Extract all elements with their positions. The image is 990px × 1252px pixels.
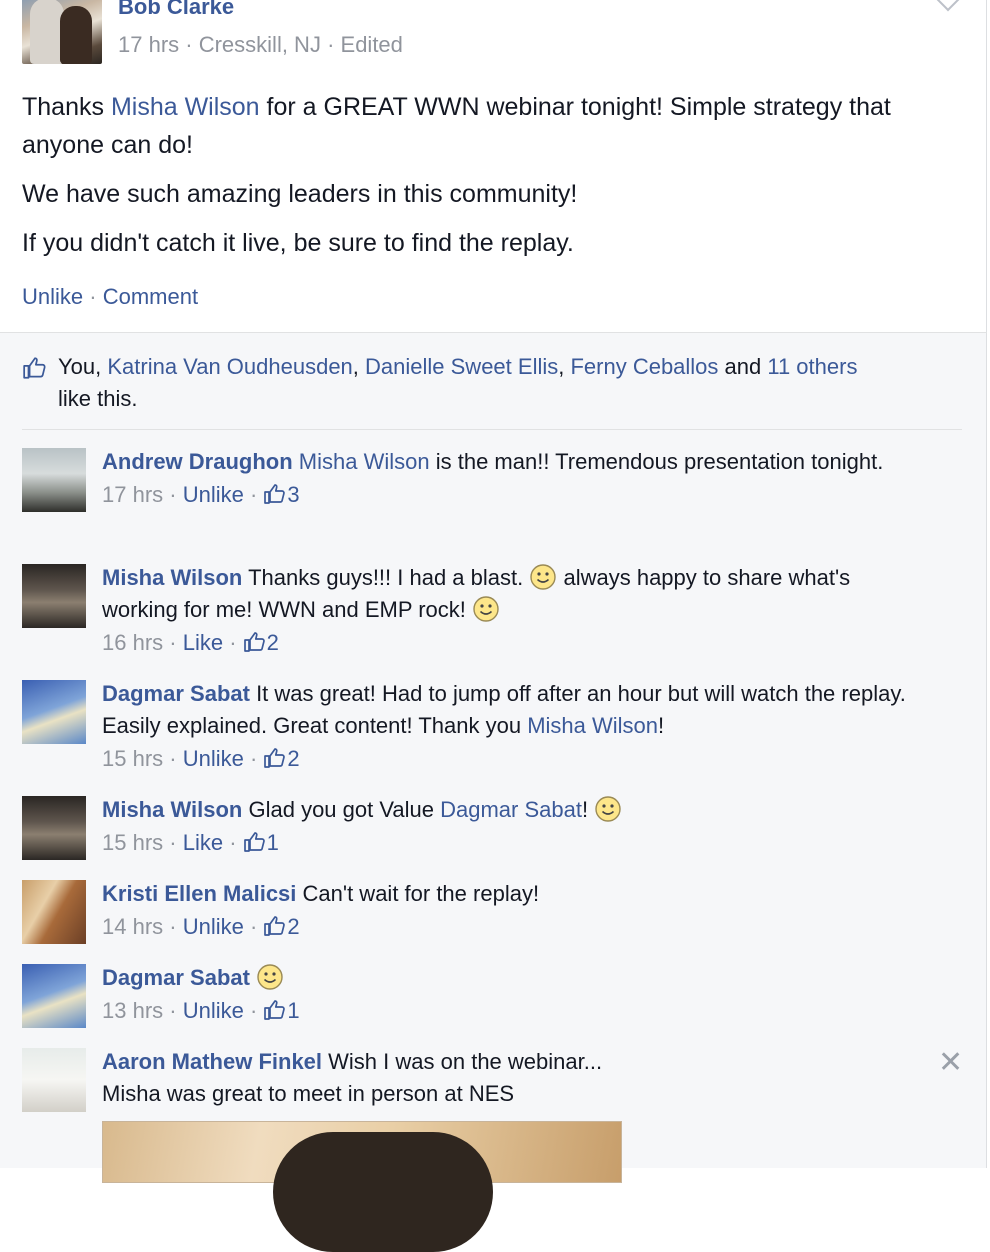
comment-like-count[interactable]: 2 (287, 914, 299, 939)
comment-text: is the man!! Tremendous presentation ton… (429, 449, 884, 474)
comment-like-toggle[interactable]: Unlike (183, 998, 244, 1023)
avatar[interactable] (22, 796, 86, 860)
comment-author[interactable]: Kristi Ellen Malicsi (102, 881, 296, 906)
smiley-emoji-icon (473, 596, 499, 622)
comment-like-count[interactable]: 1 (267, 830, 279, 855)
comment-photo-attachment[interactable] (102, 1121, 622, 1252)
thumbs-up-icon (23, 357, 46, 379)
comment-time[interactable]: 14 hrs (102, 914, 163, 939)
comment-text: Wish I was on the webinar... (322, 1049, 603, 1074)
comment-button[interactable]: Comment (103, 284, 198, 309)
comment-text: Glad you got Value (242, 797, 441, 822)
avatar[interactable] (22, 448, 86, 512)
likes-summary: You, Katrina Van Oudheusden, Danielle Sw… (22, 351, 962, 415)
comment-like-count[interactable]: 2 (287, 746, 299, 771)
author-avatar[interactable] (22, 0, 102, 64)
comment-author[interactable]: Misha Wilson (102, 797, 242, 822)
comment-like-toggle[interactable]: Unlike (183, 482, 244, 507)
unlike-button[interactable]: Unlike (22, 284, 83, 309)
post-actions: Unlike · Comment (22, 284, 199, 309)
post-card: Bob Clarke 17 hrs · Cresskill, NJ · Edit… (0, 0, 987, 333)
comment-like-toggle[interactable]: Like (183, 630, 223, 655)
thumbs-up-icon (243, 632, 265, 652)
comment-like-toggle[interactable]: Like (183, 830, 223, 855)
comment-like-count[interactable]: 3 (287, 482, 299, 507)
avatar[interactable] (22, 1048, 86, 1112)
smiley-emoji-icon (530, 564, 557, 590)
comment-like-count[interactable]: 2 (267, 630, 279, 655)
smiley-emoji-icon (595, 796, 621, 822)
likes-others-link[interactable]: 11 others (767, 354, 857, 379)
divider (22, 429, 962, 430)
chevron-down-icon[interactable] (936, 0, 960, 12)
comment-mention[interactable]: Dagmar Sabat (440, 797, 582, 822)
comment-mention[interactable]: Misha Wilson (299, 449, 430, 474)
post-paragraph-2: We have such amazing leaders in this com… (22, 180, 578, 208)
post-location[interactable]: Cresskill, NJ (199, 32, 321, 57)
smiley-emoji-icon (257, 964, 283, 990)
comment-time[interactable]: 15 hrs (102, 746, 163, 771)
comment-time[interactable]: 17 hrs (102, 482, 163, 507)
comment-like-toggle[interactable]: Unlike (183, 914, 244, 939)
post-paragraph-3: If you didn't catch it live, be sure to … (22, 229, 574, 257)
liker-name[interactable]: Danielle Sweet Ellis (365, 354, 558, 379)
comment-mention[interactable]: Misha Wilson (527, 713, 658, 738)
thumbs-up-icon (264, 1000, 286, 1020)
comment-like-toggle[interactable]: Unlike (183, 746, 244, 771)
comment-time[interactable]: 15 hrs (102, 830, 163, 855)
comment-text: Can't wait for the replay! (296, 881, 540, 906)
likes-you: You (58, 354, 96, 379)
post-edited[interactable]: Edited (341, 32, 403, 57)
close-icon[interactable]: ✕ (938, 1045, 963, 1080)
mention-misha-wilson[interactable]: Misha Wilson (111, 93, 260, 121)
likes-tail: like this. (58, 386, 138, 411)
avatar[interactable] (22, 680, 86, 744)
post-timestamp[interactable]: 17 hrs (118, 32, 179, 57)
avatar[interactable] (22, 880, 86, 944)
thumbs-up-icon (243, 832, 265, 852)
thumbs-up-icon (264, 748, 286, 768)
post-meta: 17 hrs · Cresskill, NJ · Edited (118, 32, 403, 57)
comment-time[interactable]: 16 hrs (102, 630, 163, 655)
avatar[interactable] (22, 564, 86, 628)
comment-text-line2: Misha was great to meet in person at NES (102, 1081, 515, 1106)
comment-text: Thanks guys!!! I had a blast. (242, 565, 530, 590)
post-body: Thanks Misha Wilson for a GREAT WWN webi… (22, 88, 972, 273)
avatar[interactable] (22, 964, 86, 1028)
comment-time[interactable]: 13 hrs (102, 998, 163, 1023)
thumbs-up-icon (264, 484, 286, 504)
thumbs-up-icon (264, 916, 286, 936)
liker-name[interactable]: Ferny Ceballos (570, 354, 718, 379)
comment-author[interactable]: Andrew Draughon (102, 449, 293, 474)
post-author-name[interactable]: Bob Clarke (118, 0, 234, 20)
liker-name[interactable]: Katrina Van Oudheusden (107, 354, 352, 379)
comment-author[interactable]: Misha Wilson (102, 565, 242, 590)
comment-author[interactable]: Dagmar Sabat (102, 681, 250, 706)
comment-author[interactable]: Aaron Mathew Finkel (102, 1049, 322, 1074)
comment-like-count[interactable]: 1 (287, 998, 299, 1023)
comment-author[interactable]: Dagmar Sabat (102, 965, 250, 990)
